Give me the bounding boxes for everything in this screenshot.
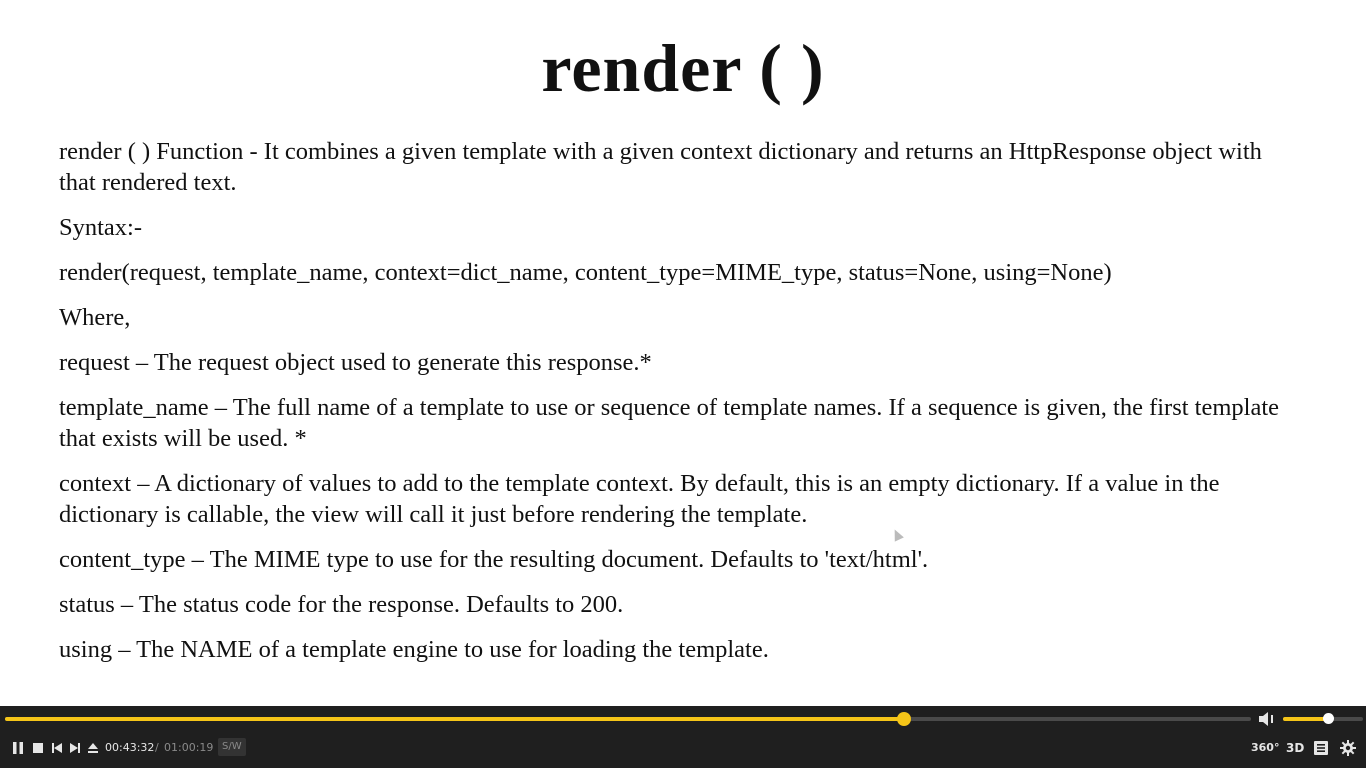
total-duration: 01:00:19: [164, 741, 214, 754]
3d-icon[interactable]: 3D: [1286, 739, 1304, 757]
slide-paragraph: status – The status code for the respons…: [59, 591, 624, 618]
slide-paragraph: render ( ) Function - It combines a give…: [59, 138, 1262, 196]
seek-handle[interactable]: [897, 712, 912, 726]
slide-paragraph: content_type – The MIME type to use for …: [59, 546, 929, 573]
eject-icon[interactable]: [87, 740, 99, 756]
playlist-icon[interactable]: [1313, 740, 1329, 756]
slide-title: render ( ): [541, 30, 825, 106]
current-time: 00:43:32: [105, 741, 155, 754]
time-separator: /: [155, 741, 159, 754]
media-player-controls: 00:43:32 / 01:00:19 S/W 360° 3D: [0, 706, 1366, 768]
slide-body: render ( ) Function - It combines a give…: [59, 136, 1289, 679]
volume-slider[interactable]: [1283, 713, 1363, 724]
pause-icon[interactable]: [11, 740, 25, 756]
slide-paragraph: template_name – The full name of a templ…: [59, 394, 1280, 452]
volume-level: [1283, 717, 1328, 721]
volume-icon[interactable]: [1257, 709, 1277, 729]
next-icon[interactable]: [69, 740, 81, 756]
sw-decoder-badge[interactable]: S/W: [218, 738, 246, 756]
stop-icon[interactable]: [32, 740, 44, 756]
slide-paragraph: Where,: [59, 304, 131, 331]
presentation-slide: render ( ) render ( ) Function - It comb…: [0, 0, 1366, 706]
settings-icon[interactable]: [1339, 740, 1357, 756]
seek-bar[interactable]: [5, 712, 1251, 726]
slide-paragraph: Syntax:-: [59, 214, 143, 241]
slide-paragraph: using – The NAME of a template engine to…: [59, 636, 769, 663]
seek-progress: [5, 717, 905, 721]
volume-handle[interactable]: [1322, 713, 1334, 724]
previous-icon[interactable]: [51, 740, 63, 756]
slide-paragraph: request – The request object used to gen…: [59, 349, 652, 376]
slide-paragraph: context – A dictionary of values to add …: [59, 470, 1220, 528]
360-icon[interactable]: 360°: [1251, 739, 1279, 757]
slide-paragraph: render(request, template_name, context=d…: [59, 259, 1112, 286]
